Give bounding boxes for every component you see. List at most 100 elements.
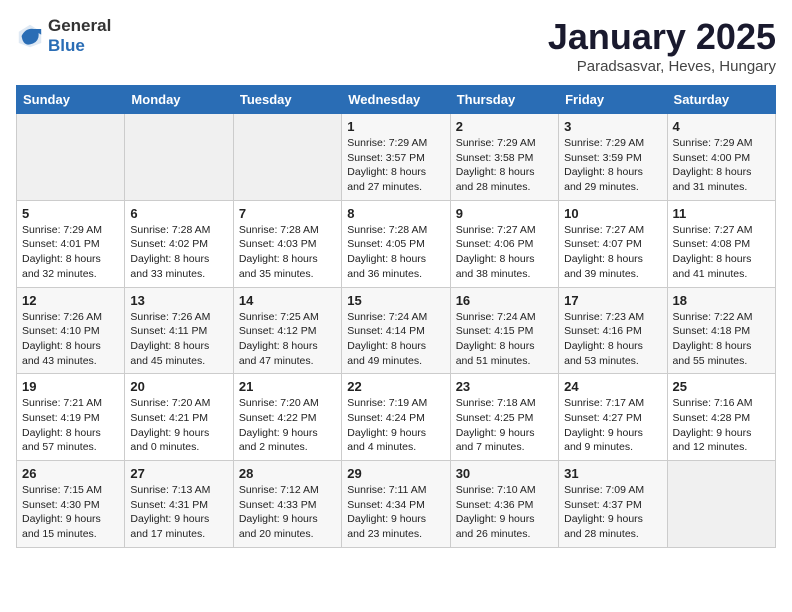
day-cell: 7 Sunrise: 7:28 AM Sunset: 4:03 PM Daylig… — [233, 200, 341, 287]
day-number: 13 — [130, 293, 227, 308]
day-cell — [667, 461, 775, 548]
day-info: Sunrise: 7:28 AM Sunset: 4:05 PM Dayligh… — [347, 223, 444, 282]
month-title: January 2025 — [548, 16, 776, 58]
header-row: SundayMondayTuesdayWednesdayThursdayFrid… — [17, 86, 776, 114]
day-number: 2 — [456, 119, 553, 134]
day-number: 27 — [130, 466, 227, 481]
day-cell: 17Sunrise: 7:23 AM Sunset: 4:16 PM Dayli… — [559, 287, 667, 374]
day-number: 7 — [239, 206, 336, 221]
day-cell: 26 Sunrise: 7:15 AM Sunset: 4:30 PM Dayli… — [17, 461, 125, 548]
day-cell: 20Sunrise: 7:20 AM Sunset: 4:21 PM Dayli… — [125, 374, 233, 461]
day-number: 24 — [564, 379, 661, 394]
logo: General Blue — [16, 16, 111, 56]
day-info: Sunrise: 7:29 AM Sunset: 3:58 PM Dayligh… — [456, 136, 553, 195]
day-number: 1 — [347, 119, 444, 134]
day-number: 25 — [673, 379, 770, 394]
day-number: 3 — [564, 119, 661, 134]
day-number: 19 — [22, 379, 119, 394]
day-number: 6 — [130, 206, 227, 221]
day-number: 12 — [22, 293, 119, 308]
day-number: 16 — [456, 293, 553, 308]
day-info: Sunrise: 7:29 AM Sunset: 4:00 PM Dayligh… — [673, 136, 770, 195]
day-number: 8 — [347, 206, 444, 221]
day-cell: 27Sunrise: 7:13 AM Sunset: 4:31 PM Dayli… — [125, 461, 233, 548]
day-info: Sunrise: 7:15 AM Sunset: 4:30 PM Dayligh… — [22, 483, 119, 542]
header-cell-sunday: Sunday — [17, 86, 125, 114]
day-cell: 28Sunrise: 7:12 AM Sunset: 4:33 PM Dayli… — [233, 461, 341, 548]
day-info: Sunrise: 7:26 AM Sunset: 4:10 PM Dayligh… — [22, 310, 119, 369]
day-info: Sunrise: 7:27 AM Sunset: 4:06 PM Dayligh… — [456, 223, 553, 282]
day-number: 20 — [130, 379, 227, 394]
day-info: Sunrise: 7:29 AM Sunset: 3:57 PM Dayligh… — [347, 136, 444, 195]
week-row-4: 19 Sunrise: 7:21 AM Sunset: 4:19 PM Dayli… — [17, 374, 776, 461]
day-info: Sunrise: 7:24 AM Sunset: 4:14 PM Dayligh… — [347, 310, 444, 369]
day-cell: 13 Sunrise: 7:26 AM Sunset: 4:11 PM Dayli… — [125, 287, 233, 374]
day-cell: 15 Sunrise: 7:24 AM Sunset: 4:14 PM Dayli… — [342, 287, 450, 374]
day-info: Sunrise: 7:19 AM Sunset: 4:24 PM Dayligh… — [347, 396, 444, 455]
day-cell: 2 Sunrise: 7:29 AM Sunset: 3:58 PM Daylig… — [450, 114, 558, 201]
day-info: Sunrise: 7:28 AM Sunset: 4:02 PM Dayligh… — [130, 223, 227, 282]
day-cell: 9 Sunrise: 7:27 AM Sunset: 4:06 PM Daylig… — [450, 200, 558, 287]
day-cell: 6 Sunrise: 7:28 AM Sunset: 4:02 PM Daylig… — [125, 200, 233, 287]
logo-general-text: General — [48, 16, 111, 35]
day-cell: 3 Sunrise: 7:29 AM Sunset: 3:59 PM Daylig… — [559, 114, 667, 201]
day-number: 9 — [456, 206, 553, 221]
day-info: Sunrise: 7:29 AM Sunset: 3:59 PM Dayligh… — [564, 136, 661, 195]
header-cell-thursday: Thursday — [450, 86, 558, 114]
day-info: Sunrise: 7:22 AM Sunset: 4:18 PM Dayligh… — [673, 310, 770, 369]
week-row-3: 12 Sunrise: 7:26 AM Sunset: 4:10 PM Dayli… — [17, 287, 776, 374]
day-cell: 11Sunrise: 7:27 AM Sunset: 4:08 PM Dayli… — [667, 200, 775, 287]
day-number: 26 — [22, 466, 119, 481]
day-number: 17 — [564, 293, 661, 308]
day-info: Sunrise: 7:24 AM Sunset: 4:15 PM Dayligh… — [456, 310, 553, 369]
header-cell-wednesday: Wednesday — [342, 86, 450, 114]
day-cell: 30 Sunrise: 7:10 AM Sunset: 4:36 PM Dayli… — [450, 461, 558, 548]
location-subtitle: Paradsasvar, Heves, Hungary — [548, 58, 776, 75]
day-info: Sunrise: 7:27 AM Sunset: 4:08 PM Dayligh… — [673, 223, 770, 282]
day-number: 22 — [347, 379, 444, 394]
day-number: 23 — [456, 379, 553, 394]
day-info: Sunrise: 7:09 AM Sunset: 4:37 PM Dayligh… — [564, 483, 661, 542]
header-cell-saturday: Saturday — [667, 86, 775, 114]
day-cell: 23 Sunrise: 7:18 AM Sunset: 4:25 PM Dayli… — [450, 374, 558, 461]
day-info: Sunrise: 7:10 AM Sunset: 4:36 PM Dayligh… — [456, 483, 553, 542]
week-row-1: 1 Sunrise: 7:29 AM Sunset: 3:57 PM Daylig… — [17, 114, 776, 201]
calendar-table: SundayMondayTuesdayWednesdayThursdayFrid… — [16, 85, 776, 548]
day-number: 31 — [564, 466, 661, 481]
header-cell-tuesday: Tuesday — [233, 86, 341, 114]
day-cell: 21Sunrise: 7:20 AM Sunset: 4:22 PM Dayli… — [233, 374, 341, 461]
day-info: Sunrise: 7:18 AM Sunset: 4:25 PM Dayligh… — [456, 396, 553, 455]
day-cell: 1 Sunrise: 7:29 AM Sunset: 3:57 PM Daylig… — [342, 114, 450, 201]
day-cell — [17, 114, 125, 201]
day-cell: 4 Sunrise: 7:29 AM Sunset: 4:00 PM Daylig… — [667, 114, 775, 201]
day-info: Sunrise: 7:25 AM Sunset: 4:12 PM Dayligh… — [239, 310, 336, 369]
day-info: Sunrise: 7:21 AM Sunset: 4:19 PM Dayligh… — [22, 396, 119, 455]
day-cell: 29Sunrise: 7:11 AM Sunset: 4:34 PM Dayli… — [342, 461, 450, 548]
day-cell: 16 Sunrise: 7:24 AM Sunset: 4:15 PM Dayli… — [450, 287, 558, 374]
logo-blue-text: Blue — [48, 36, 85, 55]
day-number: 30 — [456, 466, 553, 481]
day-cell: 24 Sunrise: 7:17 AM Sunset: 4:27 PM Dayli… — [559, 374, 667, 461]
day-cell: 5Sunrise: 7:29 AM Sunset: 4:01 PM Daylig… — [17, 200, 125, 287]
day-info: Sunrise: 7:16 AM Sunset: 4:28 PM Dayligh… — [673, 396, 770, 455]
day-number: 28 — [239, 466, 336, 481]
header-cell-monday: Monday — [125, 86, 233, 114]
page-header: General Blue January 2025 Paradsasvar, H… — [16, 16, 776, 75]
day-number: 4 — [673, 119, 770, 134]
day-cell: 19 Sunrise: 7:21 AM Sunset: 4:19 PM Dayli… — [17, 374, 125, 461]
day-info: Sunrise: 7:28 AM Sunset: 4:03 PM Dayligh… — [239, 223, 336, 282]
day-info: Sunrise: 7:20 AM Sunset: 4:22 PM Dayligh… — [239, 396, 336, 455]
day-info: Sunrise: 7:17 AM Sunset: 4:27 PM Dayligh… — [564, 396, 661, 455]
day-info: Sunrise: 7:11 AM Sunset: 4:34 PM Dayligh… — [347, 483, 444, 542]
day-info: Sunrise: 7:26 AM Sunset: 4:11 PM Dayligh… — [130, 310, 227, 369]
day-cell — [125, 114, 233, 201]
header-cell-friday: Friday — [559, 86, 667, 114]
week-row-5: 26 Sunrise: 7:15 AM Sunset: 4:30 PM Dayli… — [17, 461, 776, 548]
day-cell: 8 Sunrise: 7:28 AM Sunset: 4:05 PM Daylig… — [342, 200, 450, 287]
day-cell: 18 Sunrise: 7:22 AM Sunset: 4:18 PM Dayli… — [667, 287, 775, 374]
day-number: 15 — [347, 293, 444, 308]
day-number: 18 — [673, 293, 770, 308]
day-cell: 12 Sunrise: 7:26 AM Sunset: 4:10 PM Dayli… — [17, 287, 125, 374]
day-number: 10 — [564, 206, 661, 221]
title-block: January 2025 Paradsasvar, Heves, Hungary — [548, 16, 776, 75]
